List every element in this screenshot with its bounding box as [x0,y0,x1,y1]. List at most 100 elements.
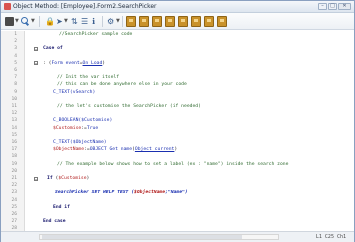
code-line: 27 End case [1,218,354,225]
lock-icon[interactable]: 🔒 [45,17,55,26]
line-number: 17 [11,147,17,153]
cursor-position: L1 C25 Ch1 [315,234,346,240]
code-line: 2 [1,38,354,45]
code-line: 14 $Customise:=True [1,125,354,132]
list-icon[interactable]: ☰ [81,17,88,26]
code-line: 9 C_TEXT(vSearch) [1,89,354,96]
gold-clip-icon[interactable] [191,16,201,27]
horizontal-scrollbar[interactable] [39,234,279,240]
scrollbar-thumb[interactable] [42,235,242,239]
line-number: 11 [11,104,17,109]
line-number: 26 [11,212,17,217]
line-number: 13 [11,118,17,124]
maximize-button[interactable]: □ [328,3,337,10]
code-line: 4 [1,53,354,60]
fold-toggle-icon[interactable]: − [34,61,38,66]
status-bar: L1 C25 Ch1 [1,231,354,242]
line-number: 22 [11,183,17,189]
code-line: 5 −: (Form event=On Load) [1,60,354,67]
line-number: 18 [11,154,17,160]
line-number: 15 [11,132,17,138]
chevron-down-icon[interactable]: ▼ [31,17,35,26]
code-text: End case [43,219,66,225]
run-icon[interactable]: ➤ [56,17,63,26]
line-number: 16 [11,140,17,145]
minimize-button[interactable]: – [318,3,327,10]
code-line: 3 − Case of [1,45,354,52]
code-line: 7 // Init the var itself [1,74,354,81]
line-number: 5 [14,60,17,66]
line-number: 21 [11,176,17,181]
code-text: // this can be done anywhere else in you… [57,82,187,88]
code-text: C_TEXT(vSearch) [53,89,96,95]
code-text: Case of [43,46,63,52]
code-line: 18 [1,153,354,160]
line-number: 12 [11,111,17,117]
code-text: C_BOOLEAN($Customise) [53,118,113,124]
tool-icon[interactable]: ⚙ [107,17,114,26]
gold-clip-icon[interactable] [139,16,149,27]
code-line: 1 //SearchPicker sample code [1,31,354,38]
code-text: $ObjectName:=OBJECT Get name(Object curr… [53,147,178,153]
stop-icon[interactable] [5,17,14,26]
object-method-window: Object Method: [Employee].Form2.SearchPi… [0,0,355,242]
chevron-down-icon[interactable]: ▼ [64,17,68,26]
sort-icon[interactable]: ⇅ [71,17,78,26]
line-number: 23 [11,190,17,196]
close-button[interactable]: ✕ [338,3,351,10]
code-line: 19 // The example below shows how to set … [1,161,354,168]
code-line: 23 SearchPicker SET HELP TEXT ($ObjectNam… [1,189,354,196]
gold-clip-icon[interactable] [126,16,136,27]
app-icon [4,3,11,10]
line-number: 4 [14,53,17,59]
window-title: Object Method: [Employee].Form2.SearchPi… [13,3,157,10]
code-text: End if [53,204,70,210]
line-number: 19 [11,161,17,167]
code-line: 24 [1,197,354,204]
code-text: // the let's customise the SearchPicker … [57,104,201,109]
line-number: 10 [11,96,17,102]
code-text: // The example below shows how to set a … [57,161,289,167]
code-text: SearchPicker SET HELP TEXT ($ObjectName;… [55,190,188,196]
toolbar: ▼ ▼ 🔒 ➤ ▼ ⇅ ☰ ℹ ⚙ ▼ [1,13,354,30]
line-number: 14 [11,125,17,131]
code-line: 26 [1,211,354,218]
code-text: // Init the var itself [57,75,120,81]
code-line: 13 C_BOOLEAN($Customise) [1,117,354,124]
title-bar: Object Method: [Employee].Form2.SearchPi… [1,1,354,13]
toolbar-separator [102,16,103,27]
toolbar-separator [39,16,40,27]
code-line: 8 // this can be done anywhere else in yo… [1,81,354,88]
gold-clip-icon[interactable] [165,16,175,27]
line-number: 20 [11,168,17,174]
fold-toggle-icon[interactable]: − [34,46,38,51]
code-line: 16 C_TEXT($ObjectName) [1,139,354,146]
window-controls: – □ ✕ [318,3,351,10]
gold-clip-icon[interactable] [204,16,214,27]
code-line: 22 [1,182,354,189]
search-icon[interactable] [20,17,30,26]
line-number: 3 [14,46,17,52]
line-number: 27 [11,219,17,225]
gold-clip-icon[interactable] [152,16,162,27]
code-text: : (Form event=On Load) [43,60,106,66]
line-number: 24 [11,197,17,203]
line-number: 7 [14,75,17,81]
info-icon[interactable]: ℹ [92,17,95,26]
code-text: //SearchPicker sample code [59,32,133,37]
code-line: 11 // the let's customise the SearchPicke… [1,103,354,110]
line-number: 1 [14,32,17,37]
code-text: $Customise:=True [53,125,99,131]
fold-toggle-icon[interactable]: − [34,176,38,181]
code-editor[interactable]: 1//SearchPicker sample code 2 3− Case of 4 5−… [1,31,354,231]
chevron-down-icon[interactable]: ▼ [15,17,19,26]
code-text: If ($Customise) [47,176,90,181]
code-line: 15 [1,132,354,139]
line-number: 9 [14,89,17,95]
code-text: C_TEXT($ObjectName) [53,140,107,145]
gold-clip-icon[interactable] [217,16,227,27]
chevron-down-icon[interactable]: ▼ [116,17,120,26]
gold-clip-icon[interactable] [178,16,188,27]
code-line: 17 $ObjectName:=OBJECT Get name(Object cu… [1,146,354,153]
line-number: 6 [14,68,17,73]
